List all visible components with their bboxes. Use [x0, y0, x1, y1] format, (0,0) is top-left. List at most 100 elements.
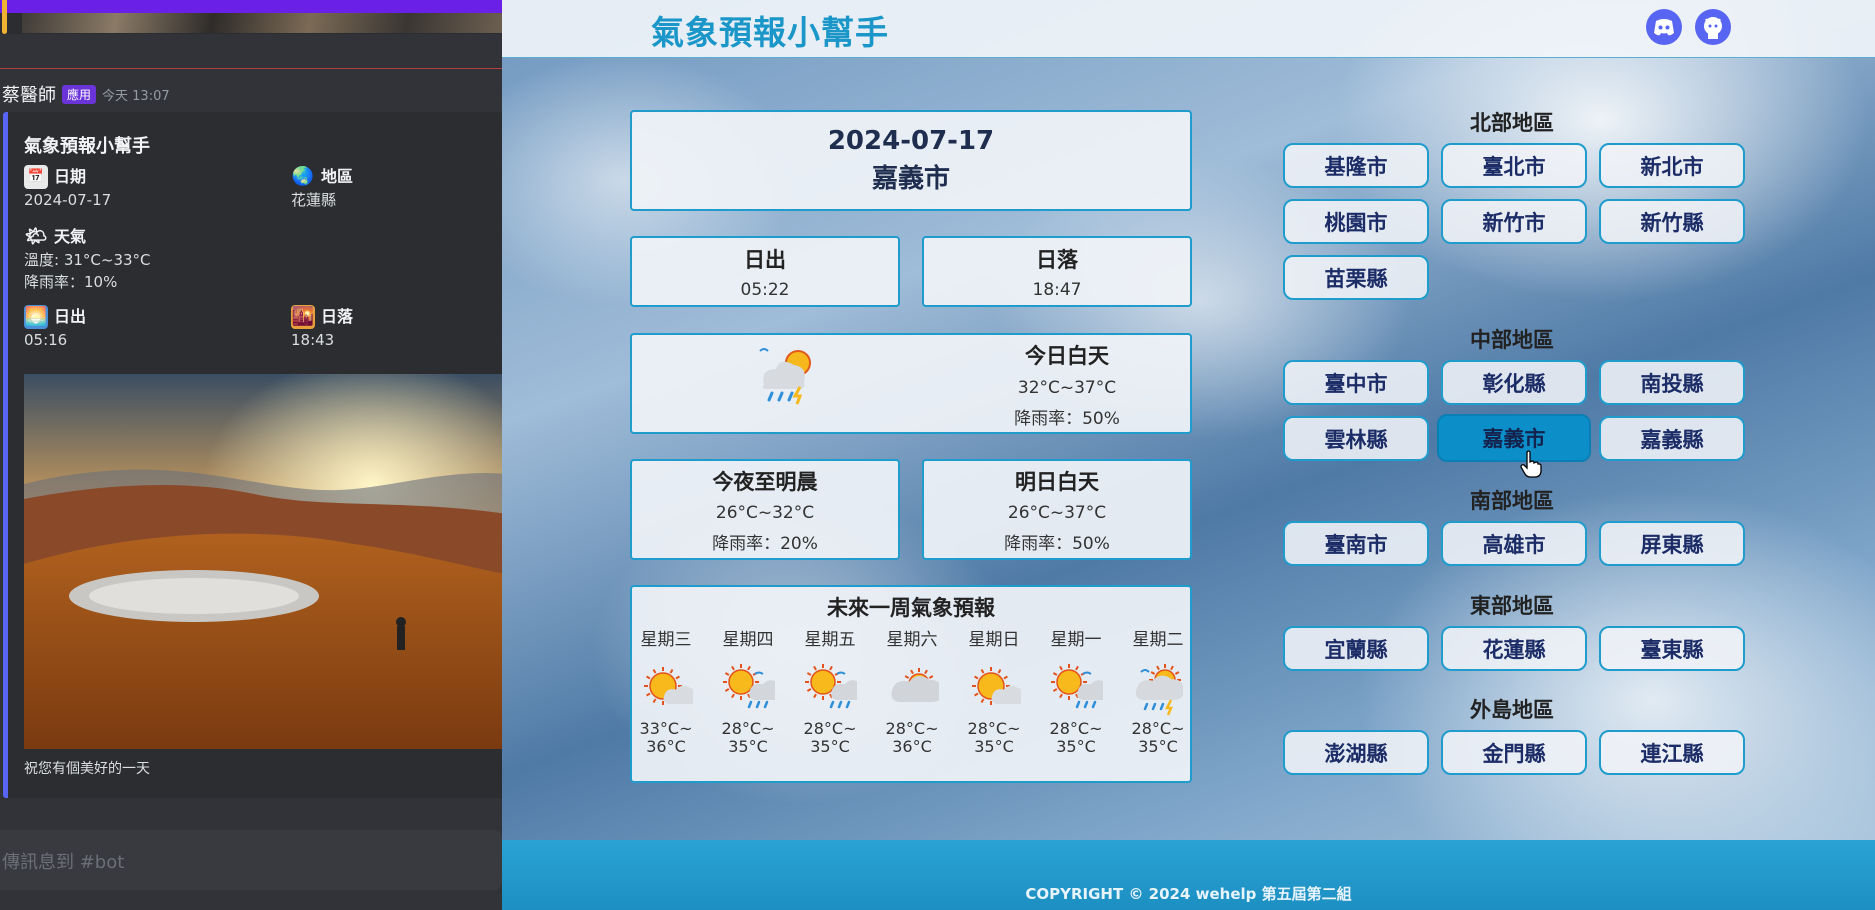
tonight-temp: 26°C~32°C — [715, 503, 815, 523]
sunset-icon: 🌇 — [291, 305, 315, 329]
sunset-time: 18:47 — [1032, 280, 1082, 300]
week-day-name: 星期四 — [722, 630, 774, 650]
city-button[interactable]: 嘉義縣 — [1599, 416, 1745, 461]
week-day-name: 星期二 — [1132, 630, 1184, 650]
week-day-column: 星期日 28°C~ 35°C — [952, 625, 1036, 756]
forecast-date: 2024-07-17 — [827, 126, 995, 156]
sun-shower-icon — [706, 660, 790, 716]
field-value-rain: 降雨率：10% — [24, 273, 118, 291]
city-button[interactable]: 澎湖縣 — [1283, 730, 1429, 775]
today-temp: 32°C~37°C — [1017, 378, 1117, 398]
city-button[interactable]: 桃園市 — [1283, 199, 1429, 244]
forecast-city: 嘉義市 — [871, 164, 950, 194]
week-day-temp-low: 33°C~ — [639, 719, 693, 738]
field-label: 日期 — [54, 167, 87, 186]
city-button[interactable]: 彰化縣 — [1441, 360, 1587, 405]
previous-embed-banner — [0, 0, 502, 13]
field-label: 地區 — [321, 167, 354, 186]
week-day-temp-low: 28°C~ — [721, 719, 775, 738]
city-button[interactable]: 臺東縣 — [1599, 626, 1745, 671]
week-day-temp-low: 28°C~ — [1131, 719, 1185, 738]
sunrise-icon: 🌅 — [24, 305, 48, 329]
week-day-temp-high: 36°C — [892, 737, 932, 756]
week-title: 未來一周氣象預報 — [827, 596, 995, 620]
week-day-temp-high: 35°C — [1138, 737, 1178, 756]
tonight-label: 今夜至明晨 — [712, 470, 818, 494]
week-day-name: 星期日 — [968, 630, 1020, 650]
embed-field-sunrise: 🌅 日出 05:16 — [24, 305, 86, 351]
globe-icon: 🌏 — [291, 166, 315, 187]
city-button[interactable]: 宜蘭縣 — [1283, 626, 1429, 671]
week-day-column: 星期二 28°C~ 35°C — [1116, 625, 1200, 756]
city-button[interactable]: 臺北市 — [1441, 143, 1587, 188]
week-day-column: 星期一 28°C~ 35°C — [1034, 625, 1118, 756]
sunset-label: 日落 — [1036, 248, 1078, 272]
week-day-temp-low: 28°C~ — [885, 719, 939, 738]
field-label: 天氣 — [54, 227, 87, 246]
week-day-column: 星期四 28°C~ 35°C — [706, 625, 790, 756]
city-button[interactable]: 新北市 — [1599, 143, 1745, 188]
date-city-card: 2024-07-17 嘉義市 — [630, 110, 1192, 211]
region-title: 中部地區 — [1470, 328, 1554, 352]
weather-app: 氣象預報小幫手 2024-07-17 嘉義市 日出 05:22 日落 18:47 — [502, 0, 1875, 910]
city-button[interactable]: 新竹市 — [1441, 199, 1587, 244]
message-header: 蔡醫師 應用 今天 13:07 — [2, 81, 170, 107]
sun-shower-icon — [1034, 660, 1118, 716]
city-button[interactable]: 金門縣 — [1441, 730, 1587, 775]
city-button[interactable]: 屏東縣 — [1599, 521, 1745, 566]
city-button[interactable]: 花蓮縣 — [1441, 626, 1587, 671]
city-button[interactable]: 苗栗縣 — [1283, 255, 1429, 300]
week-day-temp-low: 28°C~ — [1049, 719, 1103, 738]
region-title: 北部地區 — [1470, 111, 1554, 135]
hand-cursor-icon — [1520, 450, 1542, 482]
discord-icon[interactable] — [1646, 9, 1682, 45]
week-day-column: 星期六 28°C~ 36°C — [870, 625, 954, 756]
previous-embed — [0, 0, 502, 34]
city-button[interactable]: 南投縣 — [1599, 360, 1745, 405]
sunset-card: 日落 18:47 — [922, 236, 1192, 307]
copyright-text: COPYRIGHT © 2024 wehelp 第五屆第二組 — [1025, 885, 1352, 903]
city-button[interactable]: 新竹縣 — [1599, 199, 1745, 244]
message-input[interactable]: 傳訊息到 #bot — [0, 830, 502, 890]
message-author[interactable]: 蔡醫師 — [2, 81, 56, 107]
embed-field-region: 🌏 地區 花蓮縣 — [291, 165, 353, 211]
region-title: 東部地區 — [1470, 594, 1554, 618]
city-button[interactable]: 雲林縣 — [1283, 416, 1429, 461]
embed-color-bar — [2, 0, 7, 34]
week-day-temp-low: 28°C~ — [967, 719, 1021, 738]
sunrise-time: 05:22 — [740, 280, 790, 300]
rain-thunder-sun-icon — [1116, 660, 1200, 716]
calendar-icon: 📅 — [24, 165, 48, 189]
field-value: 2024-07-17 — [24, 191, 112, 209]
rain-thunder-sun-icon — [750, 341, 822, 417]
brand-title[interactable]: 氣象預報小幫手 — [651, 6, 889, 54]
city-button[interactable]: 臺中市 — [1283, 360, 1429, 405]
field-value: 花蓮縣 — [291, 191, 337, 209]
week-day-name: 星期三 — [640, 630, 692, 650]
week-day-temp-high: 35°C — [974, 737, 1014, 756]
tomorrow-card: 明日白天 26°C~37°C 降雨率：50% — [922, 459, 1192, 560]
sun-shower-icon — [788, 660, 872, 716]
embed-title: 氣象預報小幫手 — [24, 136, 150, 157]
week-day-name: 星期六 — [886, 630, 938, 650]
today-label: 今日白天 — [1025, 344, 1109, 368]
week-day-temp-high: 35°C — [728, 737, 768, 756]
city-button[interactable]: 高雄市 — [1441, 521, 1587, 566]
city-button[interactable]: 嘉義市 — [1437, 414, 1591, 462]
github-icon[interactable] — [1695, 9, 1731, 45]
cloudy-icon — [870, 660, 954, 716]
embed-field-date: 📅 日期 2024-07-17 — [24, 165, 111, 211]
embed-image[interactable] — [24, 374, 502, 749]
region-title: 南部地區 — [1470, 489, 1554, 513]
embed-field-sunset: 🌇 日落 18:43 — [291, 305, 353, 351]
embed-field-weather: 🌤 天氣 溫度: 31°C~33°C 降雨率：10% — [24, 225, 151, 293]
sunny-icon — [624, 660, 708, 716]
field-value-temp: 溫度: 31°C~33°C — [24, 251, 151, 269]
city-button[interactable]: 基隆市 — [1283, 143, 1429, 188]
tomorrow-label: 明日白天 — [1015, 470, 1099, 494]
footer: COPYRIGHT © 2024 wehelp 第五屆第二組 — [502, 840, 1875, 910]
sun-cloud-icon: 🌤 — [24, 226, 48, 247]
city-button[interactable]: 臺南市 — [1283, 521, 1429, 566]
message-input-placeholder: 傳訊息到 #bot — [2, 852, 125, 873]
city-button[interactable]: 連江縣 — [1599, 730, 1745, 775]
